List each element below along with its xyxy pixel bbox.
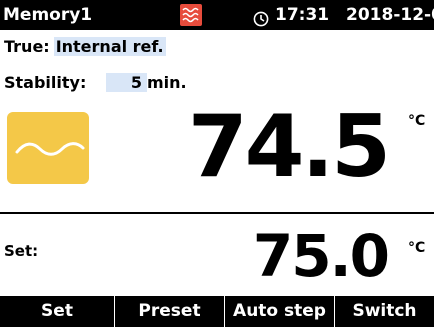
setpoint-label: Set: (4, 242, 39, 260)
stability-label: Stability: (4, 73, 87, 92)
stability-row: Stability: 5 min. (4, 73, 187, 92)
date: 2018-12-07 (346, 5, 434, 25)
softkey-auto-step[interactable]: Auto step (225, 296, 335, 327)
memory-title: Memory1 (3, 5, 93, 25)
actual-temperature: 74.5 (187, 97, 391, 197)
softkey-set[interactable]: Set (0, 296, 115, 327)
device-screen: Memory1 17:31 2018-12-07 True:Internal r… (0, 0, 434, 327)
wave-icon (7, 112, 89, 184)
true-row: True: Internal ref. (4, 37, 166, 56)
softkey-switch[interactable]: Switch (335, 296, 434, 327)
heating-icon (180, 4, 202, 26)
divider (0, 212, 434, 214)
true-value[interactable]: Internal ref. (53, 37, 166, 56)
true-label: True: (4, 37, 50, 56)
setpoint-unit: °C (408, 240, 426, 256)
stability-unit: min. (147, 73, 187, 92)
clock-icon (253, 7, 269, 27)
softkey-bar: Set Preset Auto step Switch (0, 296, 434, 327)
clock-time: 17:31 (275, 5, 330, 25)
actual-unit: °C (408, 113, 426, 129)
status-bar: Memory1 17:31 2018-12-07 (0, 0, 434, 30)
softkey-preset[interactable]: Preset (115, 296, 225, 327)
setpoint-temperature[interactable]: 75.0 (253, 216, 390, 296)
stability-value[interactable]: 5 (106, 73, 147, 92)
